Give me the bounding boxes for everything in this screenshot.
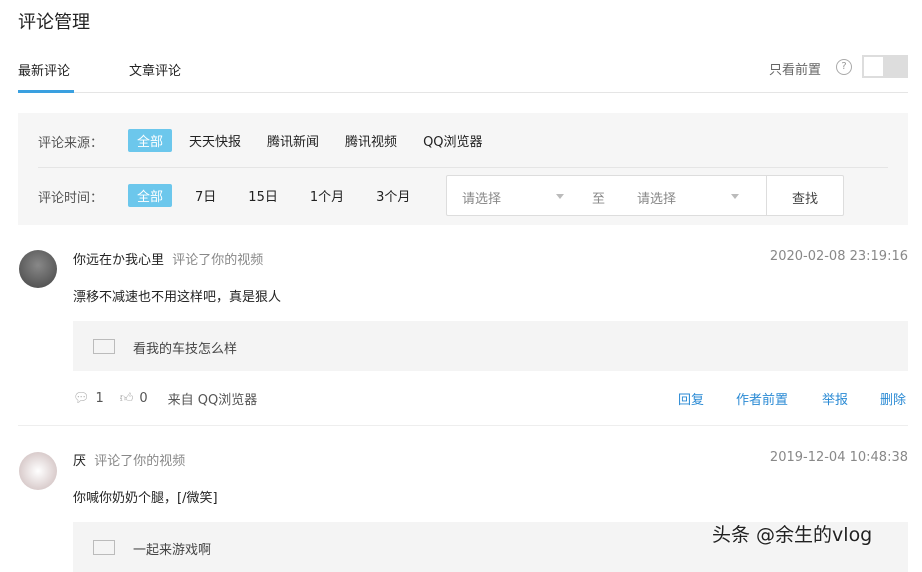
avatar[interactable]: [19, 452, 57, 490]
comment-action: 评论了你的视频: [94, 454, 186, 469]
comment-action: 评论了你的视频: [172, 253, 264, 268]
source-all[interactable]: 全部: [128, 129, 173, 152]
toggle-knob: [864, 57, 883, 76]
range-to-label: 至: [592, 192, 606, 207]
delete-button[interactable]: 删除: [880, 389, 906, 408]
time-1m[interactable]: 1个月: [301, 184, 353, 207]
time-3m[interactable]: 3个月: [367, 184, 419, 207]
time-7d[interactable]: 7日: [186, 184, 225, 207]
reply-button[interactable]: 回复: [678, 389, 704, 408]
comment-text: 你喊你奶奶个腿，[/微笑]: [73, 491, 218, 506]
pinned-only-label: 只看前置: [769, 63, 822, 78]
user-name[interactable]: 你远在か我心里: [73, 253, 164, 268]
time-label: 评论时间：: [38, 191, 104, 206]
video-icon: [93, 339, 115, 354]
comment-source: 来自 QQ浏览器: [167, 393, 258, 408]
video-title: 看我的车技怎么样: [133, 342, 238, 357]
time-options: 全部 7日 15日 1个月 3个月: [128, 184, 419, 207]
end-date-select[interactable]: 请选择: [637, 188, 676, 207]
tab-divider: [18, 92, 908, 93]
comment-header: 厌 评论了你的视频: [73, 450, 185, 469]
comment-time: 2019-12-04 10:48:38: [769, 450, 908, 465]
user-name[interactable]: 厌: [73, 454, 86, 469]
video-icon: [93, 540, 115, 555]
like-icon[interactable]: 👍︎: [120, 391, 134, 406]
source-label: 评论来源：: [38, 136, 104, 151]
active-tab-indicator: [18, 90, 74, 93]
source-tencent-news[interactable]: 腾讯新闻: [258, 129, 328, 152]
time-15d[interactable]: 15日: [239, 184, 287, 207]
chevron-down-icon: [731, 194, 739, 199]
source-qq-browser[interactable]: QQ浏览器: [414, 129, 491, 152]
video-title: 一起来游戏啊: [133, 543, 212, 558]
reply-count: 1: [95, 391, 104, 406]
page-title: 评论管理: [18, 12, 90, 33]
comment-text: 漂移不减速也不用这样吧，真是狠人: [73, 290, 282, 305]
like-count: 0: [139, 391, 148, 406]
comment-header: 你远在か我心里 评论了你的视频: [73, 249, 263, 268]
report-button[interactable]: 举报: [822, 389, 848, 408]
comment-divider: [18, 425, 908, 426]
filter-divider: [38, 167, 888, 168]
comment-icon[interactable]: 💬︎: [73, 391, 90, 406]
date-range-picker: 请选择 至 请选择 查找: [446, 175, 844, 216]
source-kuaibao[interactable]: 天天快报: [180, 129, 250, 152]
video-reference[interactable]: 看我的车技怎么样: [73, 321, 908, 371]
avatar[interactable]: [19, 250, 57, 288]
watermark: 头条 @余生的vlog: [712, 524, 873, 546]
help-icon[interactable]: ?: [836, 59, 852, 75]
tab-latest-comments[interactable]: 最新评论: [18, 60, 70, 79]
pin-button[interactable]: 作者前置: [736, 389, 788, 408]
source-tencent-video[interactable]: 腾讯视频: [336, 129, 406, 152]
comment-time: 2020-02-08 23:19:16: [769, 249, 908, 264]
chevron-down-icon: [556, 194, 564, 199]
tab-article-comments[interactable]: 文章评论: [129, 60, 181, 79]
time-all[interactable]: 全部: [128, 184, 173, 207]
source-options: 全部 天天快报 腾讯新闻 腾讯视频 QQ浏览器: [128, 129, 492, 152]
comment-meta: 💬︎ 1 👍︎ 0 来自 QQ浏览器: [73, 389, 257, 408]
search-button[interactable]: 查找: [767, 188, 843, 207]
start-date-select[interactable]: 请选择: [462, 188, 501, 207]
pinned-only-toggle[interactable]: [862, 55, 908, 78]
